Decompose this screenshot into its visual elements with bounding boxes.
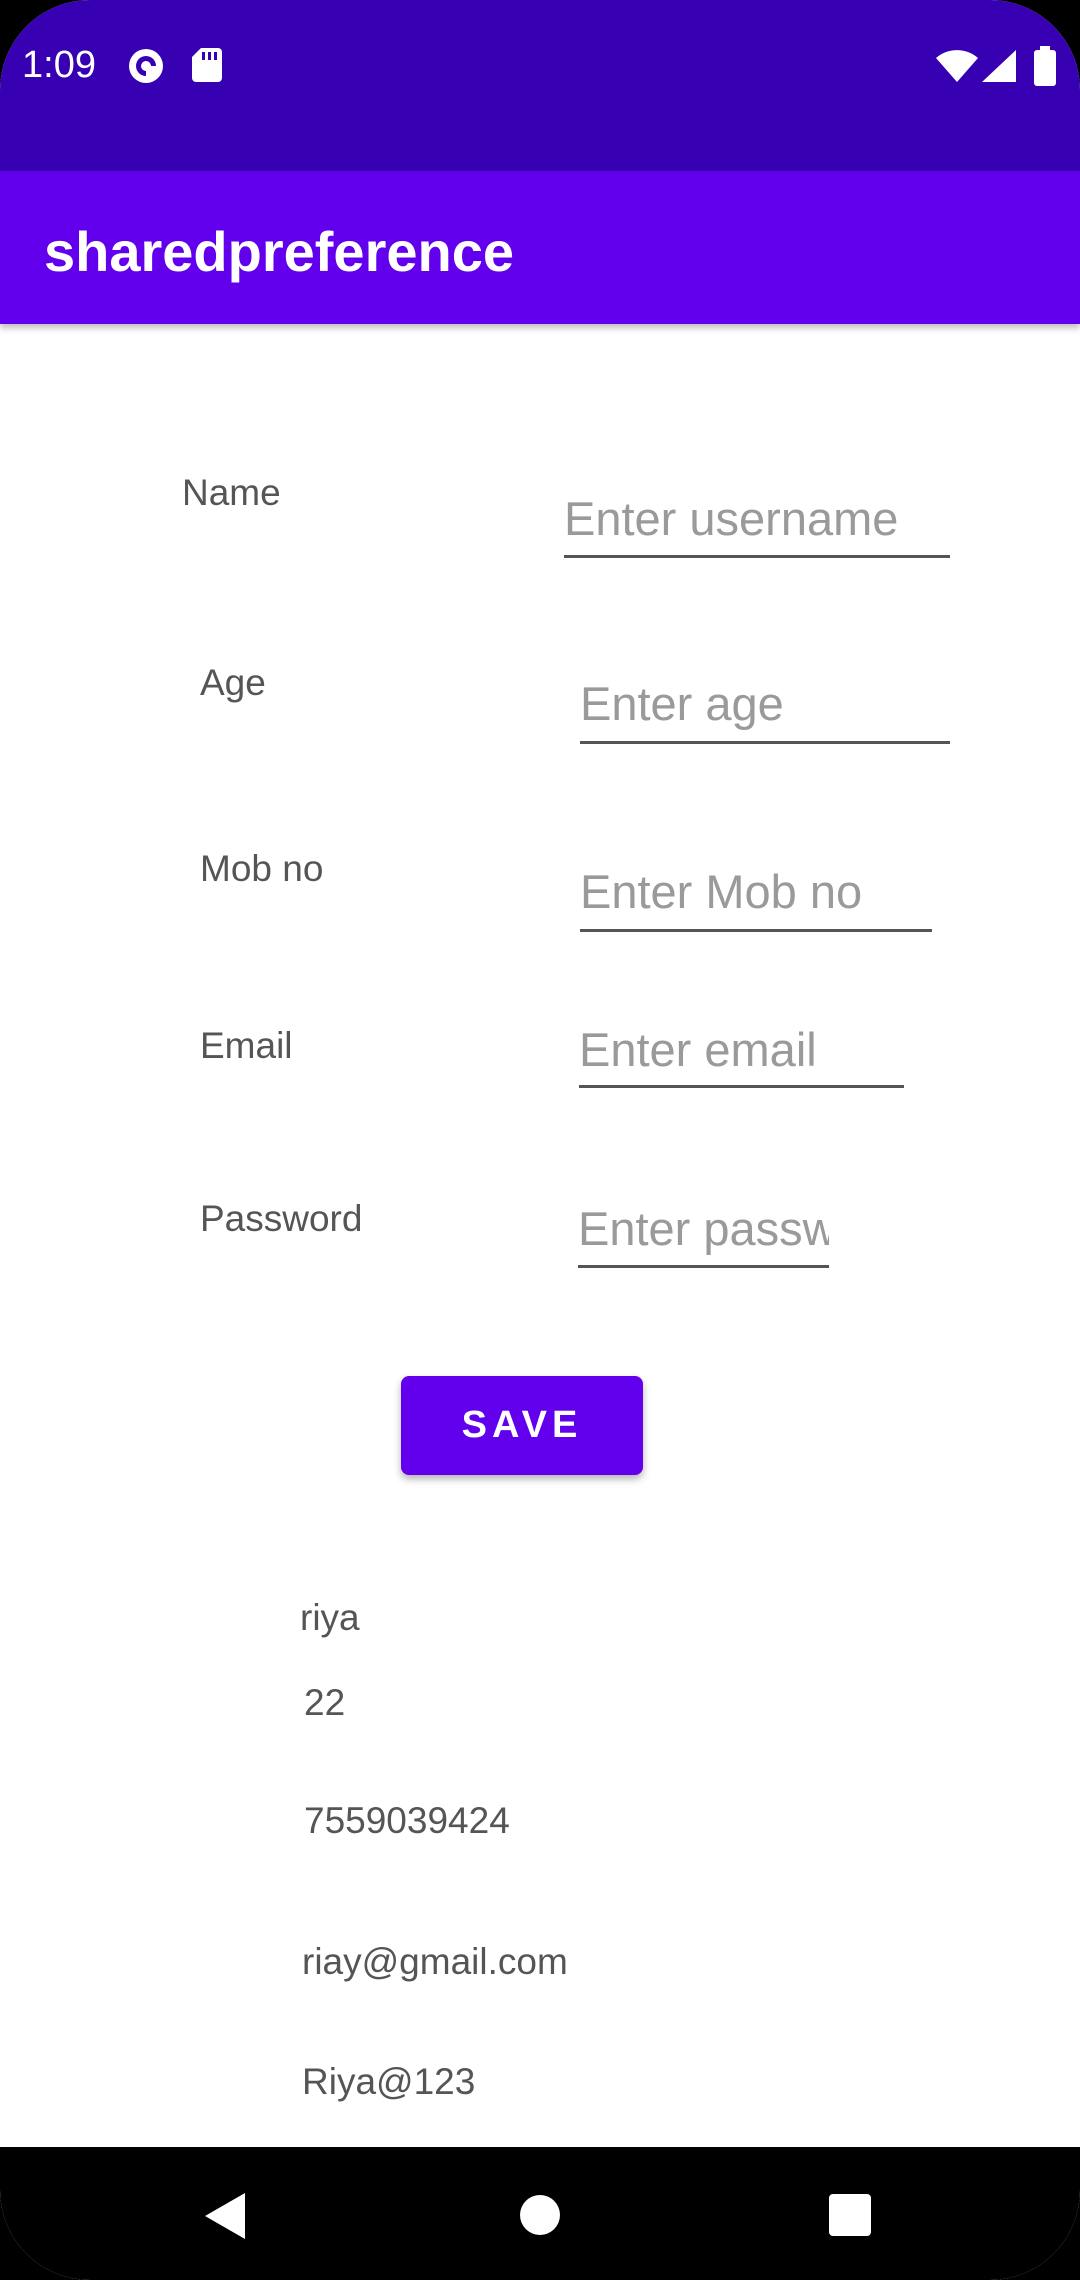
password-input[interactable] [578,1200,829,1268]
email-label: Email [200,1025,293,1066]
save-button[interactable]: SAVE [401,1376,643,1475]
username-input[interactable] [564,490,950,558]
password-label: Password [200,1198,363,1239]
mob-input[interactable] [580,862,932,932]
saved-mob-text: 7559039424 [304,1800,510,1841]
app-bar: sharedpreference [0,171,1080,324]
recents-icon[interactable] [829,2194,871,2241]
email-input[interactable] [579,1022,904,1088]
app-title: sharedpreference [44,220,515,283]
mob-label: Mob no [200,848,324,889]
age-input[interactable] [580,674,950,744]
pocket-casts-icon [128,48,164,89]
signal-icon [982,50,1016,87]
status-bar: 1:09 [0,0,1080,171]
saved-name-text: riya [300,1597,360,1638]
battery-icon [1034,46,1056,91]
age-label: Age [200,662,266,703]
phone-screen: 1:09 sharedpreference Name Age Mob no Em… [0,0,1080,2280]
home-icon[interactable] [519,2194,561,2241]
name-label: Name [182,472,281,513]
back-icon[interactable] [205,2193,245,2244]
sd-card-icon [192,48,222,87]
saved-age-text: 22 [304,1682,346,1723]
status-time: 1:09 [22,44,96,86]
wifi-icon [936,50,978,87]
saved-email-text: riay@gmail.com [302,1941,568,1982]
saved-password-text: Riya@123 [302,2061,476,2102]
navigation-bar [0,2147,1080,2280]
